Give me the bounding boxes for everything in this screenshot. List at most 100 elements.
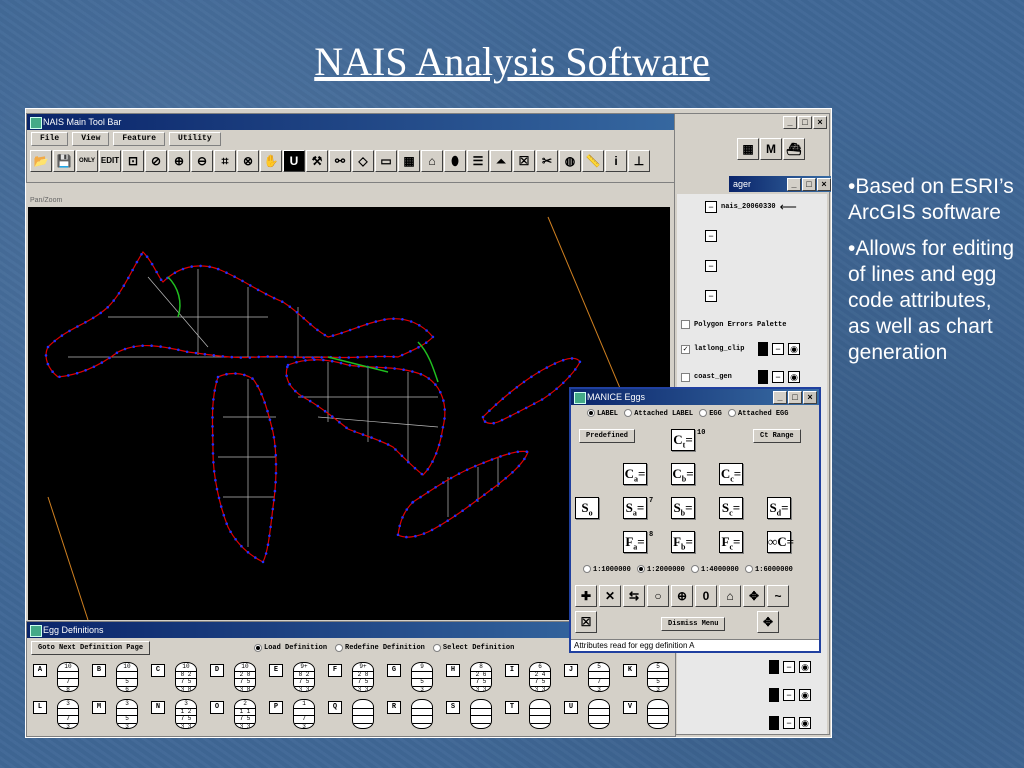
layer-checkbox[interactable] xyxy=(681,320,690,329)
radio-icon[interactable] xyxy=(691,565,700,573)
sc-button[interactable]: Sc= xyxy=(719,497,743,519)
egg-icon[interactable]: 62 47 53 3 xyxy=(529,662,551,692)
radio-icon[interactable] xyxy=(624,409,633,417)
menu-utility[interactable]: Utility xyxy=(169,132,221,146)
scale-2m[interactable]: 1:2000000 xyxy=(635,565,685,574)
move-egg-icon[interactable]: ⊕ xyxy=(671,585,693,607)
radio-icon[interactable] xyxy=(728,409,737,417)
egg-label[interactable]: O xyxy=(210,701,224,714)
layer-row[interactable]: ✓ latlong_clip − ◉ xyxy=(681,342,800,356)
layer-row[interactable]: − xyxy=(705,230,717,242)
egg-label[interactable]: P xyxy=(269,701,283,714)
egg-icon[interactable]: 10 5 6 xyxy=(116,662,138,692)
radio-attached-egg[interactable]: Attached EGG xyxy=(726,409,788,418)
egg-icon[interactable]: 82 67 53 3 xyxy=(470,662,492,692)
egg-icon[interactable] xyxy=(411,699,433,729)
layer-checkbox[interactable]: ✓ xyxy=(681,344,690,354)
egg-icon[interactable]: 10 2 87 53 8 xyxy=(234,662,256,692)
lm2-minimize-button[interactable]: _ xyxy=(787,178,801,191)
mode-select[interactable]: Select Definition xyxy=(431,643,514,652)
swap-icon[interactable]: ⇆ xyxy=(623,585,645,607)
crop-icon[interactable]: ⌗ xyxy=(214,150,236,172)
radio-icon[interactable] xyxy=(637,565,646,573)
egg-icon[interactable]: 9+ 2 87 53 3 xyxy=(352,662,374,692)
layer-row[interactable]: − ◉ xyxy=(769,716,811,730)
wave-icon[interactable]: ~ xyxy=(767,585,789,607)
info-icon[interactable]: i xyxy=(605,150,627,172)
polygon-icon[interactable]: ⌂ xyxy=(421,150,443,172)
egg-label[interactable]: D xyxy=(210,664,224,677)
egg-icon[interactable]: 9 53 xyxy=(411,662,433,692)
radio-attached-label[interactable]: Attached LABEL xyxy=(622,409,693,418)
binoculars-icon[interactable]: ⚯ xyxy=(329,150,351,172)
egg-label[interactable]: M xyxy=(92,701,106,714)
me-close-button[interactable]: × xyxy=(803,391,817,404)
settings-icon[interactable]: ◉ xyxy=(799,717,811,729)
radio-egg[interactable]: EGG xyxy=(697,409,722,418)
layer-row[interactable]: − ◉ xyxy=(769,660,811,674)
mode-load[interactable]: Load Definition xyxy=(252,643,327,652)
lm-close-button[interactable]: × xyxy=(813,116,827,129)
fc-button[interactable]: Fc= xyxy=(719,531,743,553)
color-swatch[interactable] xyxy=(769,716,779,730)
egg-label[interactable]: A xyxy=(33,664,47,677)
menu-feature[interactable]: Feature xyxy=(113,132,166,146)
egg-icon[interactable]: 10 7 8 xyxy=(57,662,79,692)
egg-label[interactable]: Q xyxy=(328,701,342,714)
so-button[interactable]: So xyxy=(575,497,599,519)
me-minimize-button[interactable]: _ xyxy=(773,391,787,404)
expand-icon[interactable]: ✥ xyxy=(757,611,779,633)
egg-label[interactable]: U xyxy=(564,701,578,714)
pin-icon[interactable]: ⊥ xyxy=(628,150,650,172)
open-folder-icon[interactable]: 📂 xyxy=(30,150,52,172)
egg-icon[interactable]: 31 27 53 3 xyxy=(175,699,197,729)
egg-label[interactable]: G xyxy=(387,664,401,677)
egg-icon[interactable]: 373 xyxy=(57,699,79,729)
egg-icon[interactable] xyxy=(470,699,492,729)
egg-label[interactable]: S xyxy=(446,701,460,714)
egg-label[interactable]: T xyxy=(505,701,519,714)
polygon-icon[interactable]: ⌂ xyxy=(719,585,741,607)
color-swatch[interactable] xyxy=(758,370,768,384)
ship-icon[interactable]: ⛴ xyxy=(783,138,805,160)
fb-button[interactable]: Fb= xyxy=(671,531,695,553)
save-icon[interactable]: 💾 xyxy=(53,150,75,172)
scissors-icon[interactable]: ✂ xyxy=(536,150,558,172)
settings-icon[interactable]: ◉ xyxy=(788,343,800,355)
me-maximize-button[interactable]: □ xyxy=(788,391,802,404)
layer-row[interactable]: coast_gen − ◉ xyxy=(681,370,800,384)
collapse-icon[interactable]: − xyxy=(772,371,784,383)
layer-checkbox[interactable] xyxy=(681,372,690,382)
egg-icon[interactable]: 553 xyxy=(647,662,669,692)
egg-icon[interactable]: ⬮ xyxy=(444,150,466,172)
color-swatch[interactable] xyxy=(758,342,768,356)
erase-icon[interactable]: ⊘ xyxy=(145,150,167,172)
ca-button[interactable]: Ca= xyxy=(623,463,647,485)
collapse-icon[interactable]: − xyxy=(772,343,784,355)
predefined-button[interactable]: Predefined xyxy=(579,429,636,443)
target-icon[interactable]: ⊗ xyxy=(237,150,259,172)
radio-icon[interactable] xyxy=(587,409,595,417)
move-icon[interactable]: ✥ xyxy=(743,585,765,607)
radio-label[interactable]: LABEL xyxy=(585,409,618,418)
lines-icon[interactable]: ☰ xyxy=(467,150,489,172)
collapse-icon[interactable]: − xyxy=(705,230,717,242)
collapse-icon[interactable]: − xyxy=(705,260,717,272)
scale-4m[interactable]: 1:4000000 xyxy=(689,565,739,574)
radio-icon[interactable] xyxy=(699,409,708,417)
strips-button[interactable]: ∞C= xyxy=(767,531,794,553)
egg-icon[interactable]: 9+ 8 27 53 3 xyxy=(293,662,315,692)
egg-icon[interactable]: 5 73 xyxy=(588,662,610,692)
radio-icon[interactable] xyxy=(254,643,263,652)
lm2-maximize-button[interactable]: □ xyxy=(802,178,816,191)
egg-icon[interactable]: 21 17 53 3 xyxy=(234,699,256,729)
egg-icon[interactable] xyxy=(352,699,374,729)
checkered-icon[interactable]: ▦ xyxy=(737,138,759,160)
egg-label[interactable]: E xyxy=(269,664,283,677)
layer-row[interactable]: − nais_20060330 ⟵ xyxy=(705,200,797,214)
lm2-close-button[interactable]: × xyxy=(817,178,831,191)
fa-button[interactable]: Fa= xyxy=(623,531,647,553)
ct-range-button[interactable]: Ct Range xyxy=(753,429,801,443)
radio-icon[interactable] xyxy=(335,643,344,652)
mode-redefine[interactable]: Redefine Definition xyxy=(333,643,425,652)
